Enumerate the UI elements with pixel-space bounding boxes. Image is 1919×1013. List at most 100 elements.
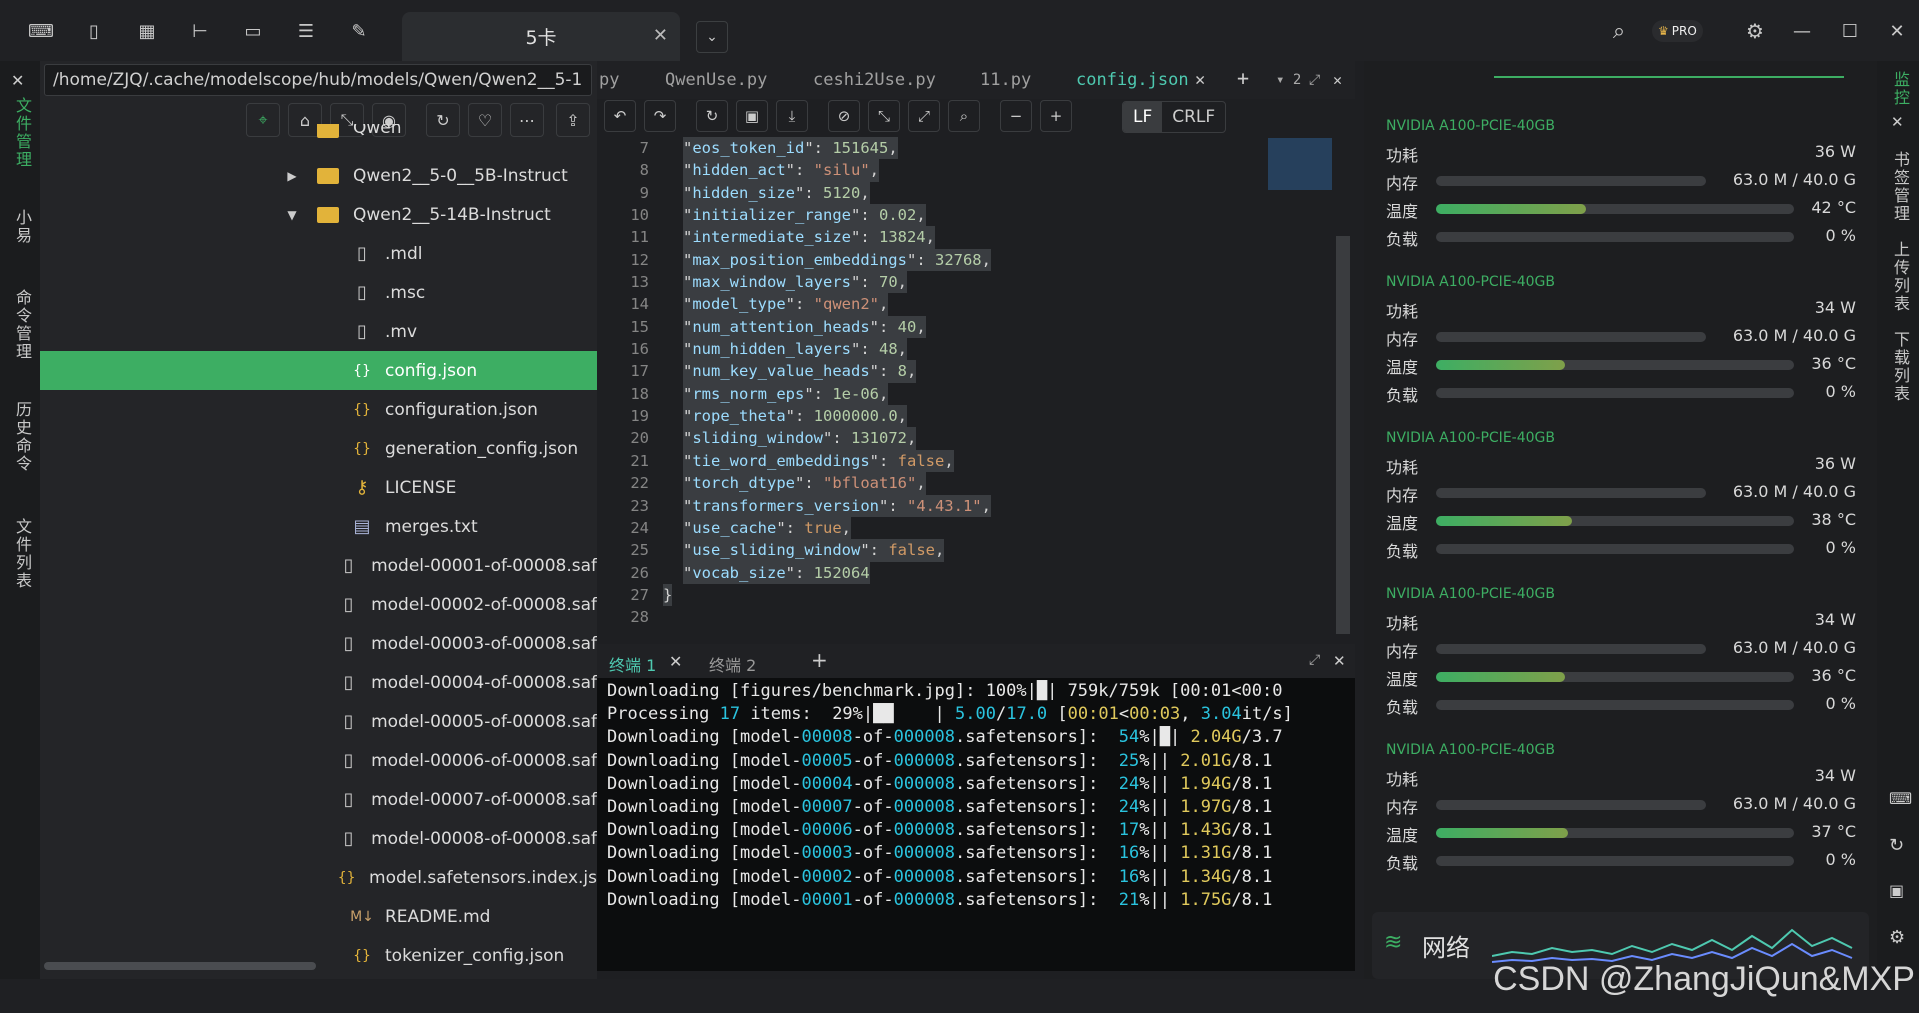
search-icon[interactable]: ⌕ — [1602, 14, 1636, 48]
file-icon: ▯ — [343, 789, 354, 810]
tab-count[interactable]: ▾ 2 — [1276, 72, 1301, 88]
chevron-down-icon[interactable]: ⌄ — [696, 21, 728, 53]
tab-qwenuse[interactable]: QwenUse.py — [665, 70, 767, 90]
terminal-output[interactable]: Downloading [figures/benchmark.jpg]: 100… — [597, 678, 1355, 971]
close-icon[interactable]: ✕ — [1891, 113, 1904, 131]
explorer-scrollbar[interactable] — [44, 962, 316, 970]
tree-row[interactable]: ▯ model-00003-of-00008.saf — [40, 624, 597, 663]
minimize-icon[interactable]: — — [1785, 14, 1819, 48]
tree-row[interactable]: {} generation_config.json — [40, 429, 597, 468]
sidebar-item-monitor[interactable]: 监控 — [1886, 71, 1912, 107]
tree-row[interactable]: ▯ model-00004-of-00008.saf — [40, 663, 597, 702]
gpu-memory-row: 内存 63.0 M / 40.0 G — [1386, 170, 1856, 193]
zoom-out-icon[interactable]: − — [1000, 100, 1032, 132]
save-icon[interactable]: ▣ — [736, 100, 768, 132]
close-editor-icon[interactable]: ✕ — [1333, 71, 1342, 89]
close-icon[interactable]: ✕ — [1195, 70, 1205, 90]
gear-icon[interactable]: ⚙ — [1738, 14, 1772, 48]
tab-ceshi2use[interactable]: ceshi2Use.py — [813, 70, 936, 90]
sidebar-item-command-manager[interactable]: 命令管理 — [6, 289, 34, 361]
terminal-segment: /8.1 — [1231, 820, 1273, 841]
tree-row[interactable]: ⚷ LICENSE — [40, 468, 597, 507]
pro-badge[interactable]: ♛ PRO — [1652, 20, 1703, 42]
refresh-icon[interactable]: ↻ — [1889, 835, 1904, 856]
line-number: 17 — [630, 362, 649, 381]
lf-button[interactable]: LF — [1123, 102, 1163, 132]
crlf-button[interactable]: CRLF — [1162, 102, 1225, 132]
tab-config-json[interactable]: config.json — [1076, 70, 1189, 90]
sidebar-item-xiaoyi[interactable]: 小易 — [6, 209, 34, 245]
compass-icon[interactable]: ⊘ — [828, 100, 860, 132]
tree-row[interactable]: {} config.json — [40, 351, 597, 390]
path-input[interactable]: /home/ZJQ/.cache/modelscope/hub/models/Q… — [44, 64, 592, 96]
maximize-editor-icon[interactable]: ⤢ — [1309, 72, 1320, 88]
find-icon[interactable]: ⌕ — [948, 100, 980, 132]
wrench-icon[interactable]: ✎ — [342, 14, 376, 48]
gpu-temp-label: 温度 — [1386, 514, 1419, 533]
minimap[interactable] — [1268, 138, 1332, 190]
sidebar-item-file-manager[interactable]: 文件管理 — [6, 97, 34, 169]
tree-row[interactable]: ▤ merges.txt — [40, 507, 597, 546]
maximize-icon[interactable]: ☐ — [1833, 14, 1867, 48]
tree-row[interactable]: ▯ .msc — [40, 273, 597, 312]
close-icon[interactable]: ✕ — [669, 652, 682, 671]
tab-py[interactable]: py — [599, 70, 619, 90]
tree-icon[interactable]: ⊢ — [183, 14, 217, 48]
gear-icon[interactable]: ⚙ — [1889, 927, 1905, 948]
tree-row[interactable]: ▯ .mv — [40, 312, 597, 351]
tree-row[interactable]: {} model.safetensors.index.js — [40, 858, 597, 897]
grid-icon[interactable]: ▦ — [130, 14, 164, 48]
console-icon[interactable]: ▭ — [236, 14, 270, 48]
download-icon[interactable]: ⤓ — [776, 100, 808, 132]
window-close-icon[interactable]: ✕ — [1880, 14, 1914, 48]
tree-row[interactable]: ▯ model-00006-of-00008.saf — [40, 741, 597, 780]
tree-row-label: configuration.json — [385, 399, 538, 420]
editor-scrollbar[interactable] — [1336, 236, 1350, 634]
chevron-right-icon[interactable]: ▶ — [283, 169, 301, 183]
reload-icon[interactable]: ↻ — [696, 100, 728, 132]
tree-row[interactable]: ▯ model-00001-of-00008.saf — [40, 546, 597, 585]
tree-row[interactable]: M↓ README.md — [40, 897, 597, 936]
sidebar-item-upload-list[interactable]: 上传列表 — [1886, 241, 1912, 313]
temp-bar — [1436, 204, 1794, 214]
add-tab-icon[interactable]: + — [1237, 66, 1249, 90]
sidebar-item-download-list[interactable]: 下载列表 — [1886, 331, 1912, 403]
tree-row[interactable]: ▯ .mdl — [40, 234, 597, 273]
close-terminal-icon[interactable]: ✕ — [1333, 652, 1346, 670]
tree-row[interactable]: Qwen — [40, 124, 597, 138]
code-lines[interactable]: 7 "eos_token_id": 151645, 8 "hidden_act": "… — [597, 137, 1337, 629]
line-number: 8 — [639, 161, 649, 180]
close-icon[interactable]: ✕ — [11, 71, 24, 90]
terminal-segment: %|| — [1139, 843, 1181, 864]
list-icon[interactable]: ☰ — [289, 14, 323, 48]
sidebar-item-file-list[interactable]: 文件列表 — [6, 518, 34, 590]
tree-row[interactable]: ▯ model-00008-of-00008.saf — [40, 819, 597, 858]
save-icon[interactable]: ▣ — [1889, 881, 1904, 900]
tree-row[interactable]: ▯ model-00002-of-00008.saf — [40, 585, 597, 624]
tree-row[interactable]: ▯ model-00005-of-00008.saf — [40, 702, 597, 741]
tab-terminal-2[interactable]: 终端 2 — [709, 652, 756, 676]
tab-session[interactable]: 5卡 ✕ — [402, 12, 680, 61]
tab-terminal-1[interactable]: 终端 1 — [609, 652, 656, 676]
close-icon[interactable]: ✕ — [653, 25, 668, 46]
chevron-down-icon[interactable]: ▼ — [283, 208, 301, 222]
maximize-terminal-icon[interactable]: ⤢ — [1309, 652, 1320, 668]
document-icon[interactable]: ▯ — [77, 14, 111, 48]
shrink-icon[interactable]: ⤡ — [868, 100, 900, 132]
terminal-segment: 2.04G — [1190, 727, 1242, 748]
undo-icon[interactable]: ↶ — [604, 100, 636, 132]
tab-11py[interactable]: 11.py — [980, 70, 1031, 90]
expand-icon[interactable]: ⤢ — [908, 100, 940, 132]
tree-row[interactable]: ▶ Qwen2__5-0__5B-Instruct — [40, 156, 597, 195]
sidebar-item-history[interactable]: 历史命令 — [6, 401, 34, 473]
tree-row[interactable]: {} configuration.json — [40, 390, 597, 429]
redo-icon[interactable]: ↷ — [644, 100, 676, 132]
sidebar-item-bookmarks[interactable]: 书签管理 — [1886, 151, 1912, 223]
terminal-icon[interactable]: ⌨ — [24, 14, 58, 48]
add-terminal-icon[interactable]: + — [811, 648, 828, 672]
tree-row[interactable]: ▯ model-00007-of-00008.saf — [40, 780, 597, 819]
terminal-segment: 17 — [1118, 820, 1140, 841]
zoom-in-icon[interactable]: + — [1040, 100, 1072, 132]
terminal-icon[interactable]: ⌨ — [1889, 789, 1912, 808]
tree-row[interactable]: ▼ Qwen2__5-14B-Instruct — [40, 195, 597, 234]
